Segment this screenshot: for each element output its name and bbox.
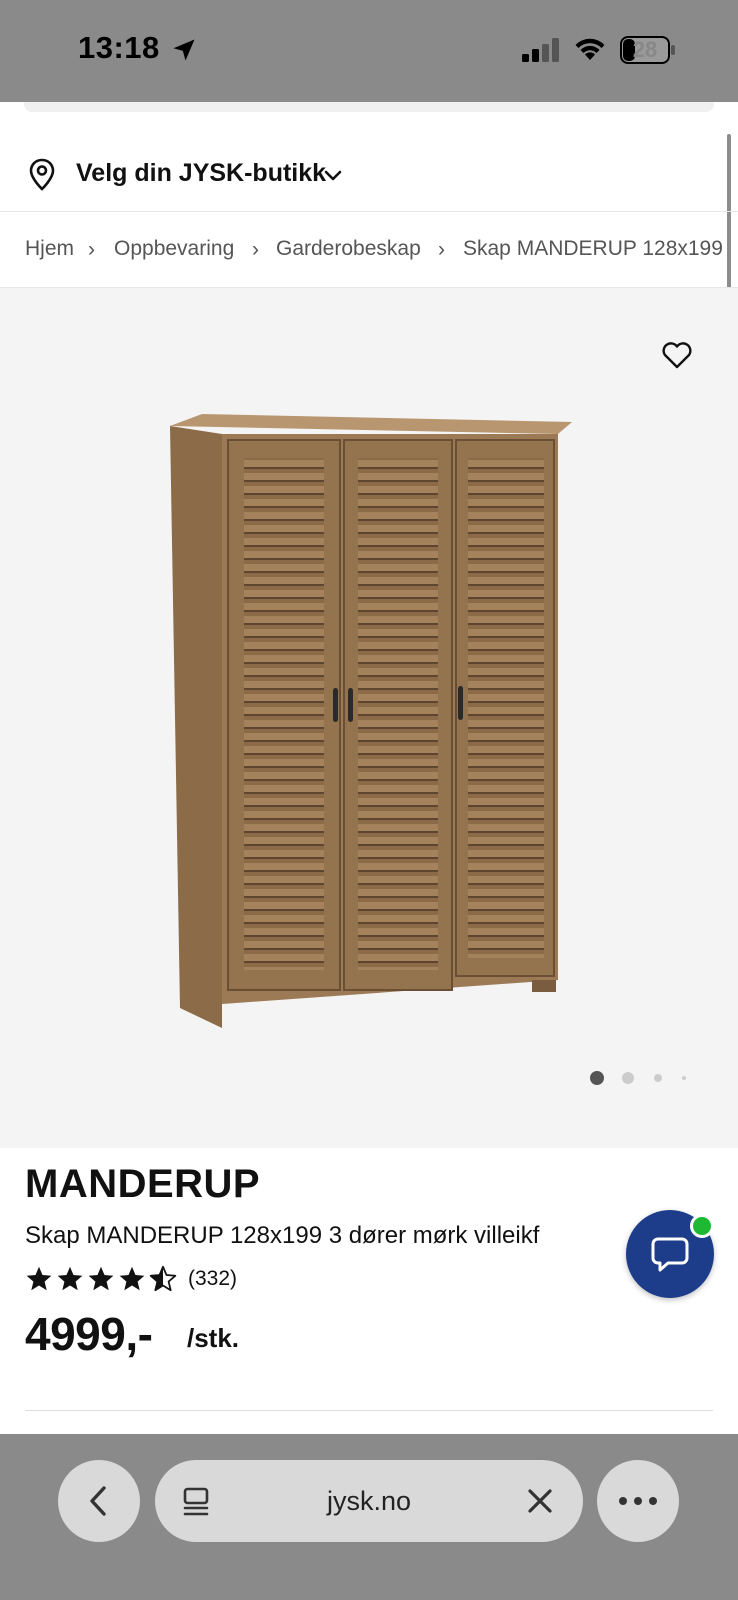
favorite-heart-icon[interactable] (660, 338, 694, 372)
cellular-signal-icon (522, 38, 559, 62)
gallery-dot-active[interactable] (590, 1071, 604, 1085)
ellipsis-icon (619, 1497, 657, 1505)
chat-bubble-icon (651, 1237, 689, 1272)
product-title: MANDERUP (25, 1162, 261, 1206)
product-gallery[interactable] (0, 288, 738, 1148)
star-full-icon (119, 1266, 145, 1291)
star-full-icon (26, 1266, 52, 1291)
price-unit: /stk. (187, 1323, 240, 1353)
price: 4999,- /stk. (25, 1307, 425, 1367)
star-full-icon (88, 1266, 114, 1291)
breadcrumb-item-current: Skap MANDERUP 128x199 (463, 237, 723, 260)
star-full-icon (57, 1266, 83, 1291)
breadcrumb-item-wardrobes[interactable]: Garderobeskap (276, 237, 421, 261)
gallery-dot[interactable] (682, 1076, 686, 1080)
breadcrumb-item-home[interactable]: Hjem (25, 237, 74, 261)
divider (25, 1410, 713, 1411)
battery-level: 28 (632, 37, 658, 62)
web-page: Velg din JYSK-butikk Hjem › Oppbevaring … (0, 102, 738, 1434)
store-selector-label: Velg din JYSK-butikk (76, 159, 327, 187)
breadcrumb-item-storage[interactable]: Oppbevaring (114, 237, 234, 261)
chat-online-indicator (690, 1214, 714, 1238)
breadcrumb-separator: › (252, 238, 259, 261)
chevron-left-icon (90, 1486, 106, 1516)
more-button[interactable] (597, 1460, 679, 1542)
breadcrumb-separator: › (438, 238, 445, 261)
close-icon[interactable] (527, 1488, 553, 1514)
store-selector[interactable]: Velg din JYSK-butikk (0, 136, 738, 212)
header-strip (24, 102, 714, 112)
product-description: Skap MANDERUP 128x199 3 dører mørk ville… (25, 1222, 540, 1249)
location-pin-icon (29, 158, 55, 191)
star-half-icon (149, 1265, 177, 1292)
wifi-icon (575, 38, 605, 60)
browser-toolbar: jysk.no (0, 1434, 738, 1600)
address-bar[interactable]: jysk.no (155, 1460, 583, 1542)
breadcrumb-separator: › (88, 238, 95, 261)
rating-stars[interactable]: (332) (25, 1265, 325, 1295)
url-text: jysk.no (326, 1486, 412, 1516)
status-bar: 13:18 28 (0, 0, 738, 102)
chevron-down-icon (324, 170, 342, 181)
location-arrow-icon (173, 39, 195, 61)
gallery-dot[interactable] (622, 1072, 634, 1084)
gallery-dot[interactable] (654, 1074, 662, 1082)
price-value: 4999,- (25, 1308, 153, 1360)
status-time: 13:18 (78, 30, 160, 65)
wardrobe-product-image (170, 414, 572, 1028)
back-button[interactable] (58, 1460, 140, 1542)
gallery-pagination[interactable] (590, 1068, 700, 1088)
review-count[interactable]: (332) (188, 1267, 237, 1291)
breadcrumb: Hjem › Oppbevaring › Garderobeskap › Ska… (0, 212, 738, 288)
